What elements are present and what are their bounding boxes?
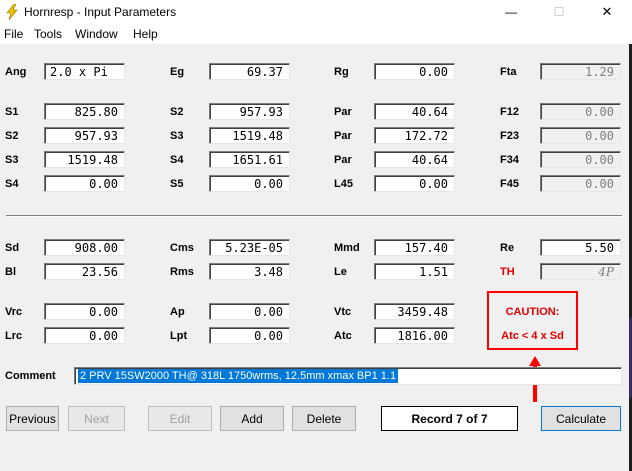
- label-s4: S4: [5, 178, 19, 190]
- minimize-button[interactable]: —: [496, 2, 526, 22]
- title-bar: Hornresp - Input Parameters — ☐ ✕: [0, 0, 632, 24]
- label-th: TH: [500, 266, 515, 278]
- label-bl: Bl: [5, 266, 16, 278]
- label-s2: S2: [5, 130, 19, 142]
- previous-button[interactable]: Previous: [6, 406, 59, 431]
- vrc-field[interactable]: 0.00: [44, 303, 125, 320]
- par1-field[interactable]: 40.64: [374, 103, 455, 120]
- par3-field[interactable]: 40.64: [374, 151, 455, 168]
- f23-field: 0.00: [540, 127, 621, 144]
- l45-field[interactable]: 0.00: [374, 175, 455, 192]
- delete-button[interactable]: Delete: [292, 406, 356, 431]
- next-button[interactable]: Next: [68, 406, 125, 431]
- f34-field: 0.00: [540, 151, 621, 168]
- vtc-field[interactable]: 3459.48: [374, 303, 455, 320]
- menu-bar: File Tools Window Help: [0, 24, 632, 44]
- label-rg: Rg: [334, 66, 349, 78]
- label-par: Par: [334, 106, 352, 118]
- maximize-button[interactable]: ☐: [544, 2, 574, 22]
- label-s5: S5: [170, 178, 184, 190]
- menu-help[interactable]: Help: [133, 27, 158, 41]
- bl-field[interactable]: 23.56: [44, 263, 125, 280]
- label-sd: Sd: [5, 242, 20, 254]
- label-eg: Eg: [170, 66, 185, 78]
- menu-tools[interactable]: Tools: [34, 27, 62, 41]
- comment-text: 2 PRV 15SW2000 TH@ 318L 1750wrms, 12.5mm…: [78, 369, 399, 383]
- window-title: Hornresp - Input Parameters: [24, 5, 177, 19]
- label-vrc: Vrc: [5, 306, 23, 318]
- ap-field[interactable]: 0.00: [209, 303, 290, 320]
- label-rms: Rms: [170, 266, 194, 278]
- label-fta: Fta: [500, 66, 517, 78]
- s1-field[interactable]: 825.80: [44, 103, 125, 120]
- label-f34: F34: [500, 154, 519, 166]
- caution-message: Atc < 4 x Sd: [501, 330, 564, 342]
- s2-field-b[interactable]: 957.93: [44, 127, 125, 144]
- label-lpt: Lpt: [170, 330, 188, 342]
- label-ang: Ang: [5, 66, 27, 78]
- ang-field[interactable]: 2.0 x Pi: [44, 63, 125, 80]
- label-s2: S2: [170, 106, 184, 118]
- label-s3: S3: [170, 130, 184, 142]
- label-le: Le: [334, 266, 347, 278]
- lpt-field[interactable]: 0.00: [209, 327, 290, 344]
- label-f12: F12: [500, 106, 519, 118]
- close-button[interactable]: ✕: [592, 2, 622, 22]
- app-lightning-icon: [5, 3, 19, 25]
- f45-field: 0.00: [540, 175, 621, 192]
- calculate-button[interactable]: Calculate: [541, 406, 621, 431]
- label-cms: Cms: [170, 242, 194, 254]
- edit-button[interactable]: Edit: [148, 406, 212, 431]
- lrc-field[interactable]: 0.00: [44, 327, 125, 344]
- label-ap: Ap: [170, 306, 185, 318]
- label-atc: Atc: [334, 330, 352, 342]
- label-f23: F23: [500, 130, 519, 142]
- caution-title: CAUTION:: [505, 306, 560, 318]
- label-comment: Comment: [5, 370, 56, 382]
- label-par: Par: [334, 154, 352, 166]
- add-button[interactable]: Add: [220, 406, 284, 431]
- record-indicator: Record 7 of 7: [381, 406, 518, 431]
- label-par: Par: [334, 130, 352, 142]
- label-vtc: Vtc: [334, 306, 352, 318]
- fta-field: 1.29: [540, 63, 621, 80]
- cms-field[interactable]: 5.23E-05: [209, 239, 290, 256]
- section-divider: [6, 215, 622, 217]
- menu-file[interactable]: File: [4, 27, 23, 41]
- label-l45: L45: [334, 178, 353, 190]
- th-field: 4P: [540, 263, 621, 280]
- label-mmd: Mmd: [334, 242, 360, 254]
- sd-field[interactable]: 908.00: [44, 239, 125, 256]
- mmd-field[interactable]: 157.40: [374, 239, 455, 256]
- label-f45: F45: [500, 178, 519, 190]
- re-field[interactable]: 5.50: [540, 239, 621, 256]
- rg-field[interactable]: 0.00: [374, 63, 455, 80]
- comment-input[interactable]: 2 PRV 15SW2000 TH@ 318L 1750wrms, 12.5mm…: [74, 367, 622, 385]
- s2-field[interactable]: 957.93: [209, 103, 290, 120]
- label-s3: S3: [5, 154, 19, 166]
- par2-field[interactable]: 172.72: [374, 127, 455, 144]
- caution-box: CAUTION: Atc < 4 x Sd: [487, 291, 578, 350]
- s5-field[interactable]: 0.00: [209, 175, 290, 192]
- s3-field-b[interactable]: 1519.48: [44, 151, 125, 168]
- eg-field[interactable]: 69.37: [209, 63, 290, 80]
- s4-field-b[interactable]: 0.00: [44, 175, 125, 192]
- f12-field: 0.00: [540, 103, 621, 120]
- label-s1: S1: [5, 106, 19, 118]
- label-s4: S4: [170, 154, 184, 166]
- menu-window[interactable]: Window: [75, 27, 118, 41]
- s4-field[interactable]: 1651.61: [209, 151, 290, 168]
- le-field[interactable]: 1.51: [374, 263, 455, 280]
- label-lrc: Lrc: [5, 330, 23, 342]
- label-re: Re: [500, 242, 515, 254]
- s3-field[interactable]: 1519.48: [209, 127, 290, 144]
- rms-field[interactable]: 3.48: [209, 263, 290, 280]
- atc-field[interactable]: 1816.00: [374, 327, 455, 344]
